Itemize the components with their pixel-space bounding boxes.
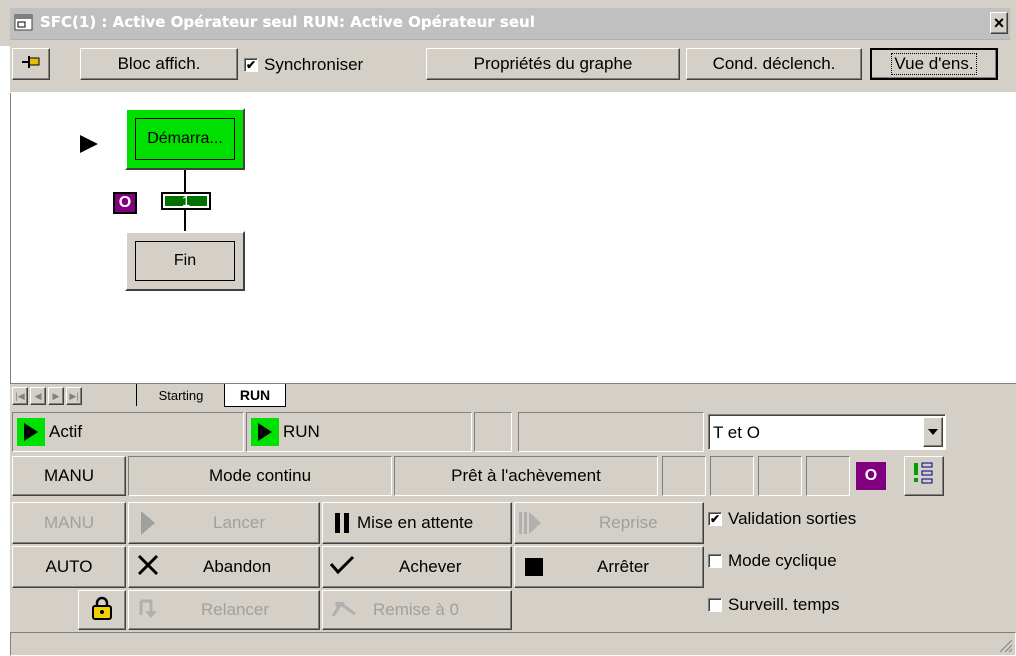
run-label: RUN <box>283 422 320 441</box>
sfc-transition[interactable]: 1 <box>161 192 211 210</box>
surveill-temps-check-box[interactable] <box>708 598 722 612</box>
sfc-link-bottom <box>184 210 186 232</box>
status-field-3 <box>474 412 512 452</box>
reset-arrow-icon <box>331 598 357 623</box>
toolbar: Bloc affich. ✔ Synchroniser Propriétés d… <box>10 40 1016 92</box>
surveill-temps-checkbox[interactable]: Surveill. temps <box>708 594 839 616</box>
row2-field-4 <box>662 456 706 496</box>
chevron-down-icon[interactable] <box>923 417 943 447</box>
relancer-icon <box>137 597 161 624</box>
o-badge[interactable]: O <box>113 192 137 214</box>
bloc-affich-button[interactable]: Bloc affich. <box>80 48 238 80</box>
validation-sorties-checkbox[interactable]: ✔ Validation sorties <box>708 508 856 530</box>
stop-icon <box>525 558 543 576</box>
vue-ens-button[interactable]: Vue d'ens. <box>870 48 998 80</box>
window-icon <box>14 14 34 32</box>
pin-button[interactable] <box>12 48 50 80</box>
cond-declench-button[interactable]: Cond. déclench. <box>686 48 862 80</box>
remise-a-zero-label: Remise à 0 <box>373 600 459 619</box>
checkmark-icon <box>329 555 355 580</box>
reprise-label: Reprise <box>599 513 658 532</box>
row2-field-7 <box>806 456 850 496</box>
tab-starting[interactable]: Starting <box>136 384 226 406</box>
abandon-label: Abandon <box>203 557 272 576</box>
vue-ens-label: Vue d'ens. <box>891 53 977 75</box>
row2-field-5 <box>710 456 754 496</box>
pin-icon <box>20 54 42 74</box>
synchroniser-label: Synchroniser <box>264 55 364 74</box>
filter-select[interactable]: T et O <box>708 414 946 450</box>
lock-icon <box>91 596 113 625</box>
mode-cyclique-check-box[interactable] <box>708 554 722 568</box>
arreter-label: Arrêter <box>597 557 649 576</box>
sfc-step-end-label: Fin <box>135 241 235 281</box>
close-button[interactable]: × <box>990 12 1008 34</box>
auto-button[interactable]: AUTO <box>12 546 126 588</box>
pause-icon <box>335 513 349 533</box>
state-field: Actif <box>12 412 244 452</box>
lancer-label: Lancer <box>213 513 265 532</box>
mise-en-attente-label: Mise en attente <box>357 513 474 532</box>
sfc-step-end[interactable]: Fin <box>125 231 245 291</box>
achever-label: Achever <box>399 557 462 576</box>
status-field-4 <box>518 412 704 452</box>
lancer-button[interactable]: Lancer <box>128 502 320 544</box>
phase-field: RUN <box>246 412 472 452</box>
sfc-transition-label: 1 <box>181 192 191 210</box>
o-output-badge[interactable]: O <box>856 462 886 490</box>
relancer-label: Relancer <box>201 600 270 619</box>
tab-first-icon[interactable]: |◀ <box>12 387 28 405</box>
achever-button[interactable]: Achever <box>322 546 512 588</box>
validation-sorties-label: Validation sorties <box>728 509 857 528</box>
manu-command-button[interactable]: MANU <box>12 502 126 544</box>
arreter-button[interactable]: Arrêter <box>514 546 704 588</box>
reprise-button[interactable]: Reprise <box>514 502 704 544</box>
close-icon: × <box>993 12 1005 33</box>
run-play-icon <box>251 418 279 446</box>
sfc-step-start[interactable]: Démarra... <box>125 108 245 170</box>
mode-cyclique-checkbox[interactable]: Mode cyclique <box>708 550 837 572</box>
resize-grip-icon[interactable] <box>996 636 1014 656</box>
active-step-arrow-icon <box>78 133 100 160</box>
filter-select-value: T et O <box>713 423 760 442</box>
list-settings-icon <box>913 461 935 492</box>
actif-play-icon <box>17 418 45 446</box>
validation-sorties-check-box[interactable]: ✔ <box>708 512 722 526</box>
status-bar <box>10 632 1016 656</box>
graph-canvas[interactable]: Démarra... O 1 Fin <box>10 93 1016 383</box>
tab-run[interactable]: RUN <box>224 384 286 407</box>
sfc-step-start-label: Démarra... <box>135 118 235 160</box>
mise-en-attente-button[interactable]: Mise en attente <box>322 502 512 544</box>
synchroniser-checkbox[interactable]: ✔ Synchroniser <box>244 55 363 75</box>
lancer-icon <box>141 511 155 535</box>
synchroniser-check-box[interactable]: ✔ <box>244 58 258 72</box>
pret-achevement-field: Prêt à l'achèvement <box>394 456 658 496</box>
proprietes-graphe-button[interactable]: Propriétés du graphe <box>426 48 680 80</box>
abandon-x-icon <box>137 554 159 581</box>
relancer-button[interactable]: Relancer <box>128 590 320 630</box>
actif-label: Actif <box>49 422 83 441</box>
row2-field-6 <box>758 456 802 496</box>
manu-mode-button[interactable]: MANU <box>12 456 126 496</box>
surveill-temps-label: Surveill. temps <box>728 595 840 614</box>
settings-list-button[interactable] <box>904 456 944 496</box>
tab-next-icon[interactable]: ▶ <box>48 387 64 405</box>
tab-nav-buttons: |◀ ◀ ▶ ▶| <box>12 387 82 405</box>
window-title: SFC(1) : Active Opérateur seul RUN: Acti… <box>40 13 535 31</box>
tab-last-icon[interactable]: ▶| <box>66 387 82 405</box>
lock-button[interactable] <box>78 590 126 630</box>
sfc-link-top <box>184 170 186 192</box>
mode-continu-field: Mode continu <box>128 456 392 496</box>
title-strip: SFC(1) : Active Opérateur seul RUN: Acti… <box>10 8 1010 40</box>
remise-a-zero-button[interactable]: Remise à 0 <box>322 590 512 630</box>
tab-prev-icon[interactable]: ◀ <box>30 387 46 405</box>
abandon-button[interactable]: Abandon <box>128 546 320 588</box>
mode-cyclique-label: Mode cyclique <box>728 551 837 570</box>
reprise-icon <box>519 512 541 534</box>
tab-strip: |◀ ◀ ▶ ▶| Starting RUN <box>10 383 1016 407</box>
